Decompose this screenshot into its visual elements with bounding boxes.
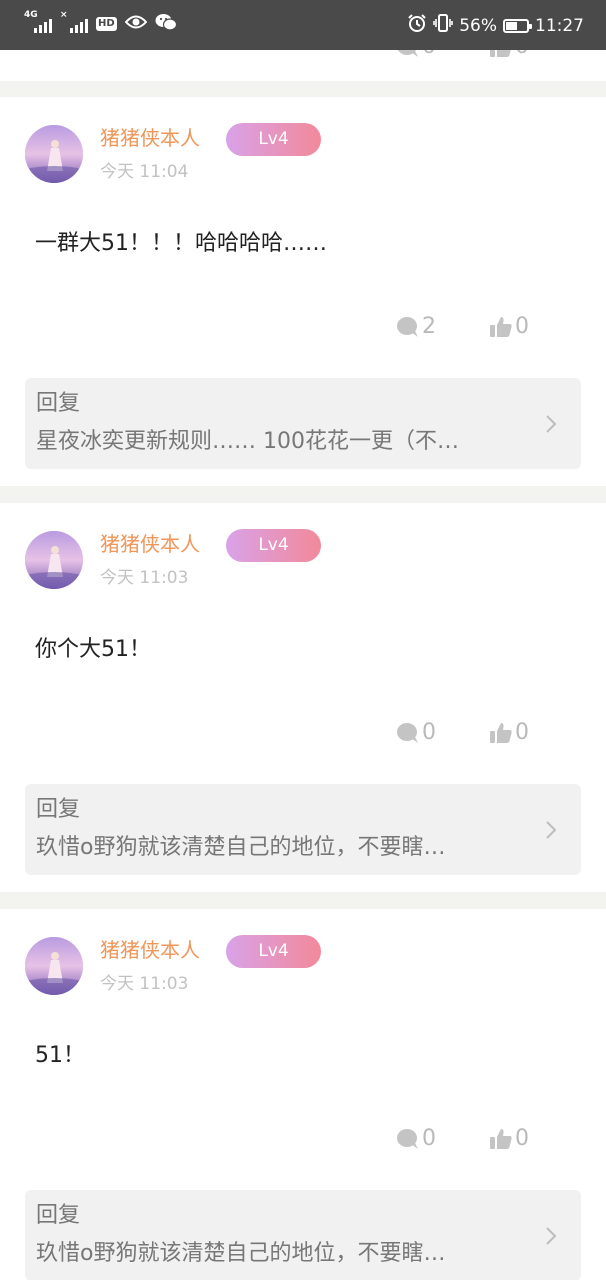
battery-icon [503, 18, 532, 33]
comment-icon [397, 317, 418, 337]
status-bar-left: 4G × HD [24, 10, 177, 35]
comment-count-button[interactable]: 2 [396, 312, 436, 342]
reply-label: 回复 [36, 797, 81, 822]
comment-count: 2 [422, 314, 436, 339]
comment-card: 猪猪侠本人 Lv4 今天 11:03 51！ 0 0 回复 玖惜o野狗就该清楚自… [0, 909, 606, 1280]
thumbs-up-icon [490, 723, 512, 743]
avatar[interactable] [25, 125, 83, 183]
signal-icon: 4G [24, 10, 52, 35]
like-count-button[interactable]: 0 [489, 1124, 529, 1154]
comment-feed-page: 4G × HD 56% 11:27 猪猪侠本人 Lv4 今天 11:04 一群大… [0, 0, 606, 1280]
chevron-right-icon [546, 1227, 557, 1245]
alarm-icon [407, 13, 427, 38]
comment-icon [397, 723, 418, 743]
comment-count-button[interactable]: 0 [396, 1124, 436, 1154]
comment-content: 51！ [35, 1043, 85, 1068]
like-count: 0 [515, 314, 529, 339]
like-count: 0 [515, 1126, 529, 1151]
comment-count: 0 [422, 1126, 436, 1151]
reply-label: 回复 [36, 391, 81, 416]
clock: 11:27 [535, 15, 584, 36]
reply-preview-text: 星夜冰奕更新规则…… 100花花一更（不… [36, 429, 459, 454]
reply-reference[interactable]: 回复 玖惜o野狗就该清楚自己的地位，不要瞎… [25, 784, 581, 875]
comment-count: 0 [422, 720, 436, 745]
wechat-icon [155, 13, 177, 35]
level-badge: Lv4 [226, 935, 321, 968]
reply-label: 回复 [36, 1203, 81, 1228]
comment-content: 一群大51！！！哈哈哈哈…… [35, 231, 327, 256]
stats-row: 2 0 [0, 312, 606, 342]
avatar[interactable] [25, 531, 83, 589]
reply-preview-text: 玖惜o野狗就该清楚自己的地位，不要瞎… [36, 1241, 446, 1266]
timestamp: 今天 11:03 [100, 974, 189, 994]
stats-row: 0 0 [0, 718, 606, 748]
signal-icon-secondary: × [60, 10, 88, 35]
username[interactable]: 猪猪侠本人 [100, 532, 200, 556]
comment-card: 猪猪侠本人 Lv4 今天 11:04 一群大51！！！哈哈哈哈…… 2 0 回复… [0, 97, 606, 486]
username[interactable]: 猪猪侠本人 [100, 126, 200, 150]
timestamp: 今天 11:04 [100, 162, 189, 182]
status-bar: 4G × HD 56% 11:27 [0, 0, 606, 50]
level-badge: Lv4 [226, 123, 321, 156]
like-count-button[interactable]: 0 [489, 718, 529, 748]
thumbs-up-icon [490, 317, 512, 337]
chevron-right-icon [546, 821, 557, 839]
no-service-label: × [60, 10, 68, 20]
comment-content: 你个大51！ [35, 637, 151, 662]
eye-icon [124, 14, 148, 34]
chevron-right-icon [546, 415, 557, 433]
avatar[interactable] [25, 937, 83, 995]
battery-fill [506, 21, 518, 30]
vibrate-icon [433, 13, 454, 38]
thumbs-up-icon [490, 1129, 512, 1149]
level-badge: Lv4 [226, 529, 321, 562]
stats-row: 0 0 [0, 1124, 606, 1154]
comment-count-button[interactable]: 0 [396, 718, 436, 748]
status-bar-right: 56% 11:27 [407, 13, 584, 38]
timestamp: 今天 11:03 [100, 568, 189, 588]
battery-percent: 56% [459, 15, 497, 36]
reply-reference[interactable]: 回复 玖惜o野狗就该清楚自己的地位，不要瞎… [25, 1190, 581, 1280]
like-count: 0 [515, 720, 529, 745]
reply-reference[interactable]: 回复 星夜冰奕更新规则…… 100花花一更（不… [25, 378, 581, 469]
hd-badge: HD [96, 17, 117, 31]
comment-card: 猪猪侠本人 Lv4 今天 11:03 你个大51！ 0 0 回复 玖惜o野狗就该… [0, 503, 606, 892]
comment-icon [397, 1129, 418, 1149]
username[interactable]: 猪猪侠本人 [100, 938, 200, 962]
reply-preview-text: 玖惜o野狗就该清楚自己的地位，不要瞎… [36, 835, 446, 860]
like-count-button[interactable]: 0 [489, 312, 529, 342]
